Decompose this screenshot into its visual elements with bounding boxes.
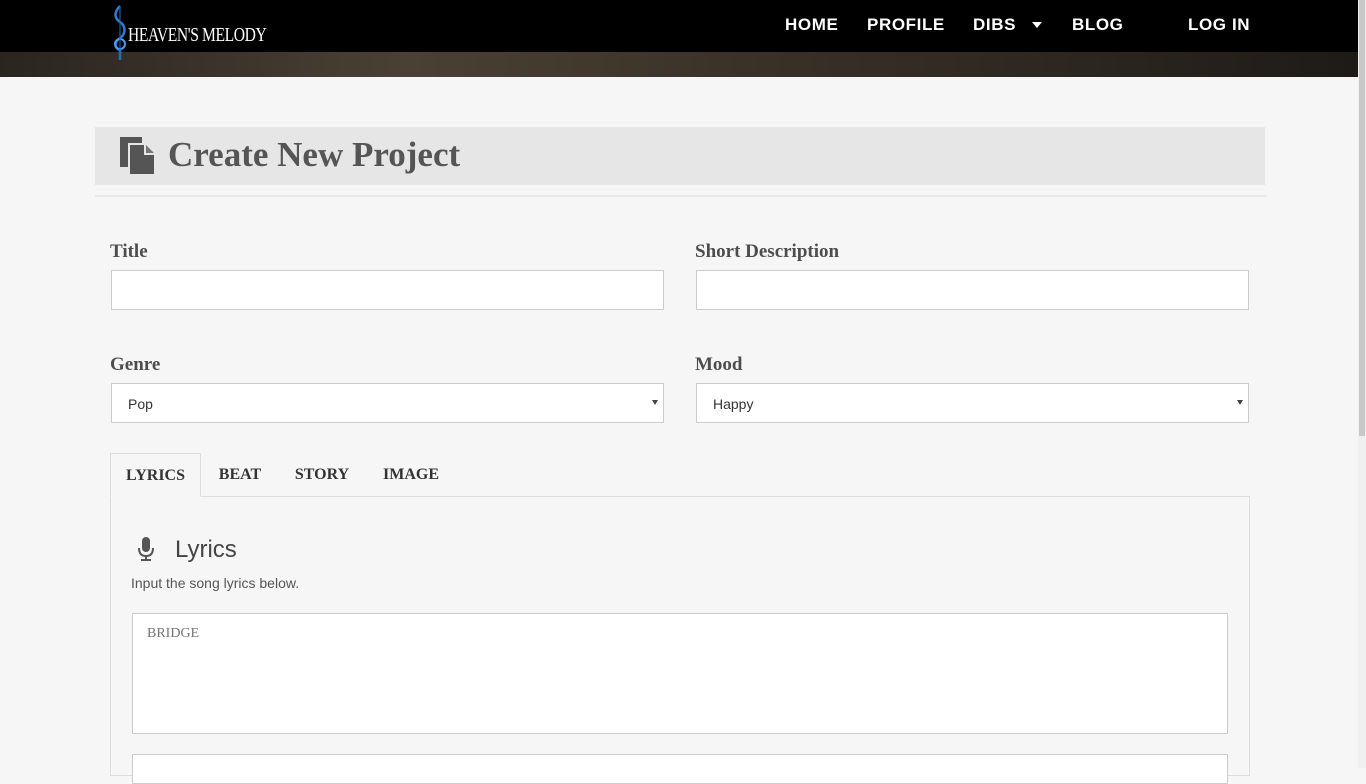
dibs-dropdown-caret-icon[interactable]	[1032, 22, 1042, 28]
microphone-icon	[138, 537, 154, 561]
short-description-label: Short Description	[695, 241, 840, 262]
genre-selected-value: Pop	[128, 396, 153, 412]
page-header-panel: Create New Project	[95, 127, 1265, 185]
mood-selected-value: Happy	[713, 396, 754, 412]
next-lyrics-textarea[interactable]	[132, 754, 1228, 784]
genre-select[interactable]: Pop	[111, 383, 664, 423]
nav-home[interactable]: HOME	[785, 15, 838, 35]
nav-dibs[interactable]: DIBS	[973, 15, 1016, 35]
tab-beat[interactable]: BEAT	[209, 453, 271, 497]
site-logo[interactable]: HEAVEN'S MELODY	[110, 4, 267, 60]
mood-label: Mood	[695, 354, 743, 375]
page-scrollbar[interactable]	[1358, 0, 1366, 768]
tab-story[interactable]: STORY	[284, 453, 360, 497]
short-description-input[interactable]	[696, 270, 1249, 310]
nav-login[interactable]: LOG IN	[1188, 15, 1250, 35]
lyrics-heading: Lyrics	[175, 536, 237, 563]
tab-lyrics[interactable]: LYRICS	[110, 453, 201, 497]
bridge-textarea[interactable]	[132, 613, 1228, 734]
title-divider	[95, 195, 1267, 197]
title-label: Title	[110, 241, 148, 262]
page-title: Create New Project	[168, 135, 461, 174]
treble-clef-icon	[114, 5, 126, 60]
title-input[interactable]	[111, 270, 664, 310]
mood-select[interactable]: Happy	[696, 383, 1249, 423]
genre-label: Genre	[110, 354, 161, 375]
chevron-down-icon	[1237, 400, 1243, 405]
logo-text: HEAVEN'S MELODY	[128, 24, 267, 46]
lyrics-hint: Input the song lyrics below.	[131, 575, 300, 591]
nav-blog[interactable]: BLOG	[1072, 15, 1124, 35]
document-copy-icon	[120, 137, 156, 176]
tab-image[interactable]: IMAGE	[373, 453, 449, 497]
nav-profile[interactable]: PROFILE	[867, 15, 945, 35]
chevron-down-icon	[652, 400, 658, 405]
scrollbar-thumb[interactable]	[1359, 0, 1365, 436]
